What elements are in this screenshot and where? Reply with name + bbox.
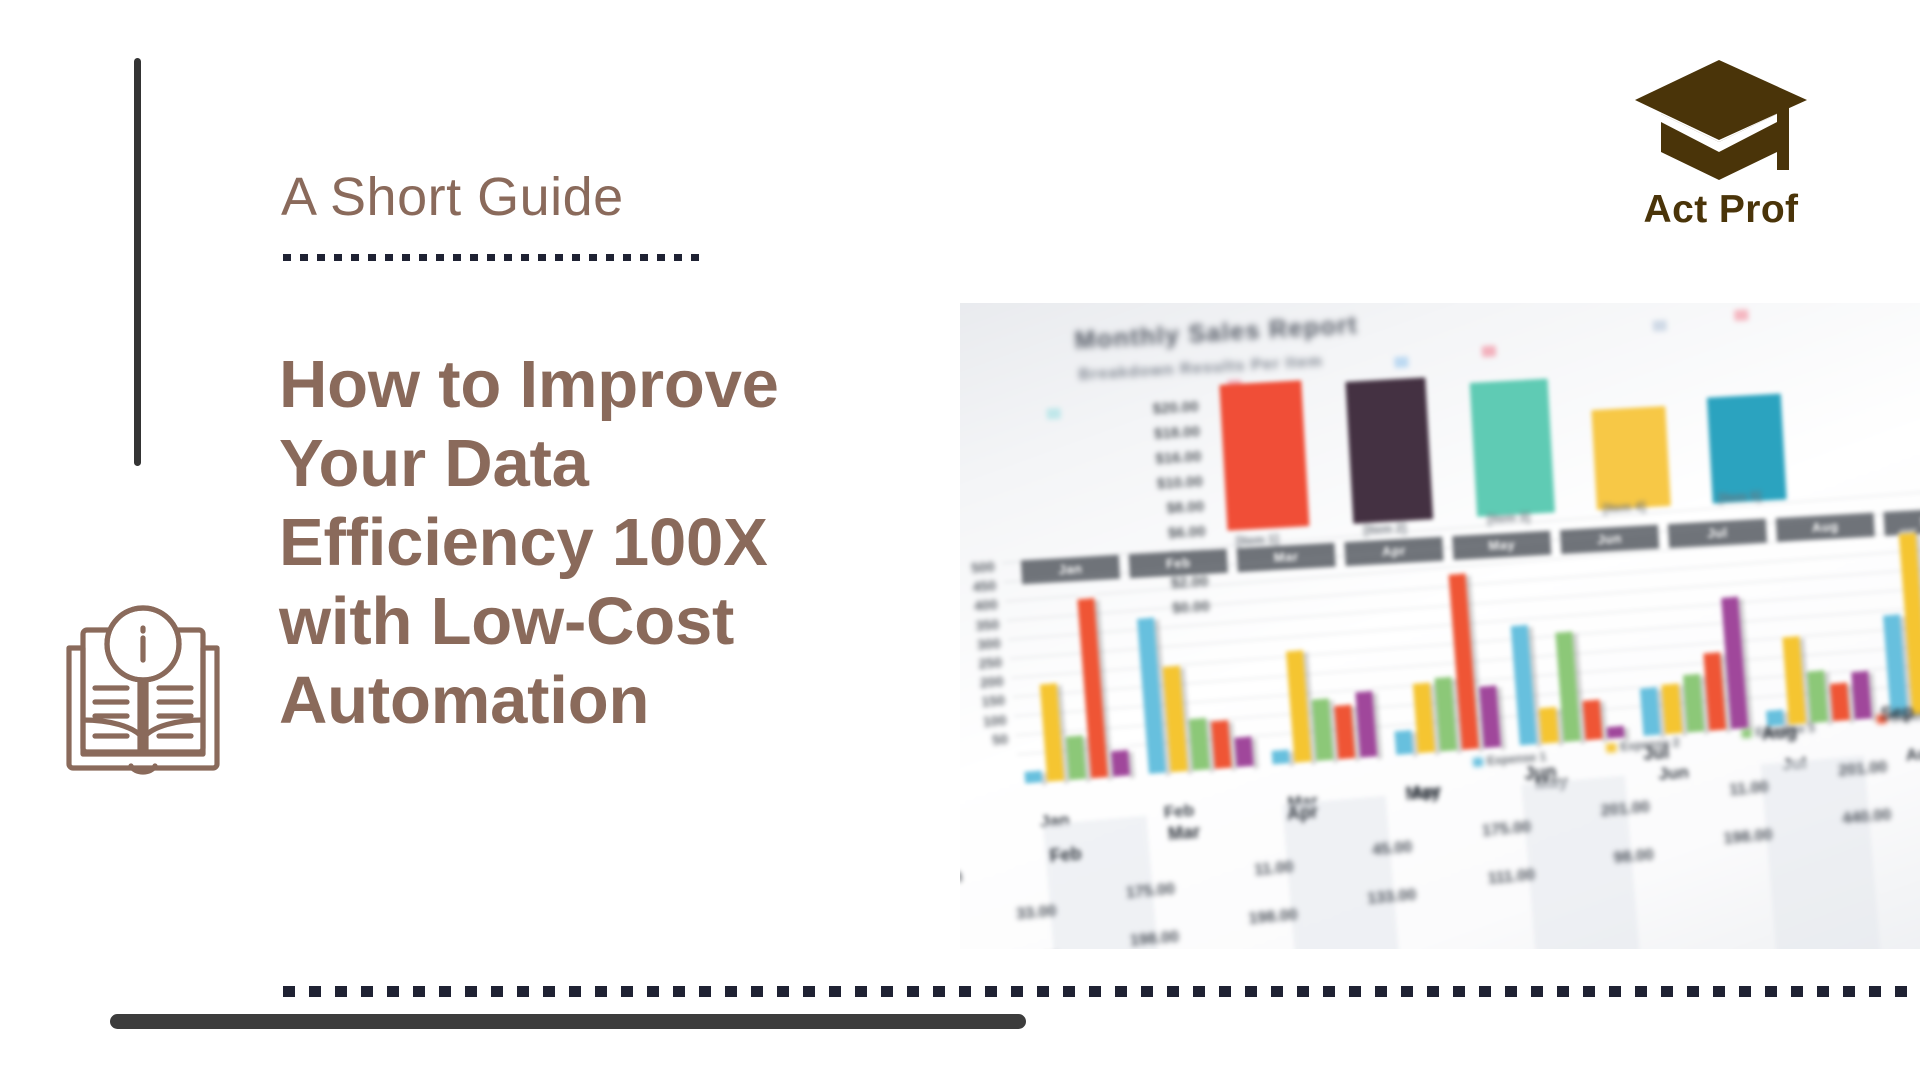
photo-bar xyxy=(1807,669,1828,723)
cover-canvas: A Short Guide How to Improve Your Data E… xyxy=(0,0,1920,1080)
photo-table-column: Apr 45.00 133.00 xyxy=(1286,794,1419,945)
graduation-cap-icon xyxy=(1635,60,1807,180)
headline-line-4: with Low-Cost xyxy=(279,583,735,659)
photo-table-cell: 123.00 xyxy=(1884,739,1920,767)
photo-table-cell: 11.00 xyxy=(1253,858,1295,879)
photo-bar xyxy=(1706,393,1787,504)
photo-bar xyxy=(1539,706,1559,744)
photo-report-subtitle: Breakdown Results Per Item xyxy=(1078,353,1324,384)
photo-bar xyxy=(1479,685,1501,749)
photo-bar xyxy=(1851,670,1872,720)
eyebrow-text: A Short Guide xyxy=(281,167,624,227)
photo-table-cell: 98.00 xyxy=(1613,846,1655,867)
photo-bar-group xyxy=(1257,557,1378,765)
photo-bar xyxy=(1469,378,1556,517)
photo-table-column: Jun 201.00 98.00 xyxy=(1524,754,1657,905)
photo-table-column: May 175.00 111.00 xyxy=(1405,774,1538,925)
brand-name: Act Prof xyxy=(1643,188,1799,231)
photo-table-cell: 201.00 xyxy=(1600,798,1651,820)
photo-table-cell: 440.00 xyxy=(1841,806,1892,828)
bottom-dotted-divider xyxy=(283,986,1920,997)
headline-line-5: Automation xyxy=(279,662,650,738)
photo-table-cell: 198.00 xyxy=(1129,928,1180,949)
photo-table-column: Aug 201.00 440.00 xyxy=(1761,714,1894,865)
photo-bar-group xyxy=(1628,528,1749,736)
photo-bar-group xyxy=(1505,538,1625,746)
photo-table-header: Apr xyxy=(1286,801,1319,825)
eyebrow-dotted-divider xyxy=(283,254,701,261)
photo-legend-swatch xyxy=(1394,356,1409,369)
photo-legend-swatch xyxy=(1652,319,1668,332)
photo-table-cell: 11.00 xyxy=(1728,778,1770,799)
photo-bar xyxy=(1345,377,1434,524)
photo-table-column: Feb 175.00 198.00 xyxy=(1049,836,1182,949)
photo-bar xyxy=(1271,749,1290,765)
photo-table-cell: 87.00 xyxy=(1888,787,1920,815)
photo-content: Monthly Sales Report Breakdown Results P… xyxy=(960,303,1920,949)
photo-table-cell: 111.00 xyxy=(1487,866,1536,888)
photo-bar xyxy=(1024,770,1043,784)
accent-vertical-rule xyxy=(134,58,141,466)
photo-table-cell: 201.00 xyxy=(1837,758,1888,780)
photo-bar xyxy=(1111,749,1131,777)
headline-line-1: How to Improve xyxy=(279,346,779,422)
photo-bar-group xyxy=(1752,519,1872,727)
photo-bar xyxy=(1334,704,1356,760)
photo-table-cell: 45.00 xyxy=(1371,838,1413,860)
photo-bar xyxy=(1830,682,1850,722)
photo-bar xyxy=(1510,624,1537,746)
photo-table-cell: 198.00 xyxy=(1247,906,1299,928)
photo-table-cell: 33.00 xyxy=(1015,902,1057,924)
photo-table-header: Jan xyxy=(960,865,963,889)
photo-table-header: May xyxy=(1404,781,1442,805)
photo-bar xyxy=(1355,690,1378,758)
photo-bar xyxy=(1582,699,1603,741)
photo-bar xyxy=(1394,729,1414,755)
photo-chart-yticks: 500 450 400 350 300 250 200 150 100 50 xyxy=(970,558,1009,748)
photo-legend-swatch xyxy=(1046,407,1062,420)
photo-legend-swatch xyxy=(1733,309,1749,322)
photo-bar xyxy=(1234,735,1254,768)
photo-bar xyxy=(1039,682,1065,782)
photo-bar xyxy=(1682,673,1705,733)
photo-bar xyxy=(1065,734,1087,781)
photo-bar xyxy=(1639,686,1661,736)
headline-line-2: Your Data xyxy=(279,425,589,501)
photo-bar-group xyxy=(1381,548,1501,755)
photo-table-cell: 198.00 xyxy=(1722,826,1774,848)
bottom-solid-bar xyxy=(110,1014,1026,1029)
photo-report-title: Monthly Sales Report xyxy=(1073,311,1359,355)
photo-bar-group xyxy=(1010,576,1131,784)
photo-bar-group xyxy=(1134,567,1254,774)
photo-bar xyxy=(1219,380,1310,531)
photo-table-cell: 133.00 xyxy=(1366,886,1417,908)
brand-logo: Act Prof xyxy=(1596,56,1846,236)
photo-bar xyxy=(1188,717,1210,771)
photo-bar xyxy=(1311,697,1334,762)
photo-table-column: Mar 11.00 198.00 xyxy=(1167,814,1300,949)
photo-bar xyxy=(1606,725,1625,739)
headline-line-3: Efficiency 100X xyxy=(279,504,768,580)
photo-table-cell: 175.00 xyxy=(1481,818,1532,840)
open-book-info-icon xyxy=(52,596,234,780)
photo-table-cell: 175.00 xyxy=(1125,880,1176,902)
photo-legend-swatch xyxy=(1481,345,1497,358)
cover-photo: Monthly Sales Report Breakdown Results P… xyxy=(960,303,1920,949)
photo-table-column: Jan 33.00 108.00 xyxy=(960,858,1064,949)
photo-bar xyxy=(1661,683,1683,735)
photo-bar xyxy=(1211,719,1232,769)
photo-table-column: Jul 11.00 198.00 xyxy=(1642,734,1775,885)
photo-table-header: Mar xyxy=(1167,821,1201,845)
page-title: How to Improve Your Data Efficiency 100X… xyxy=(279,345,959,740)
photo-bar xyxy=(1591,406,1671,511)
